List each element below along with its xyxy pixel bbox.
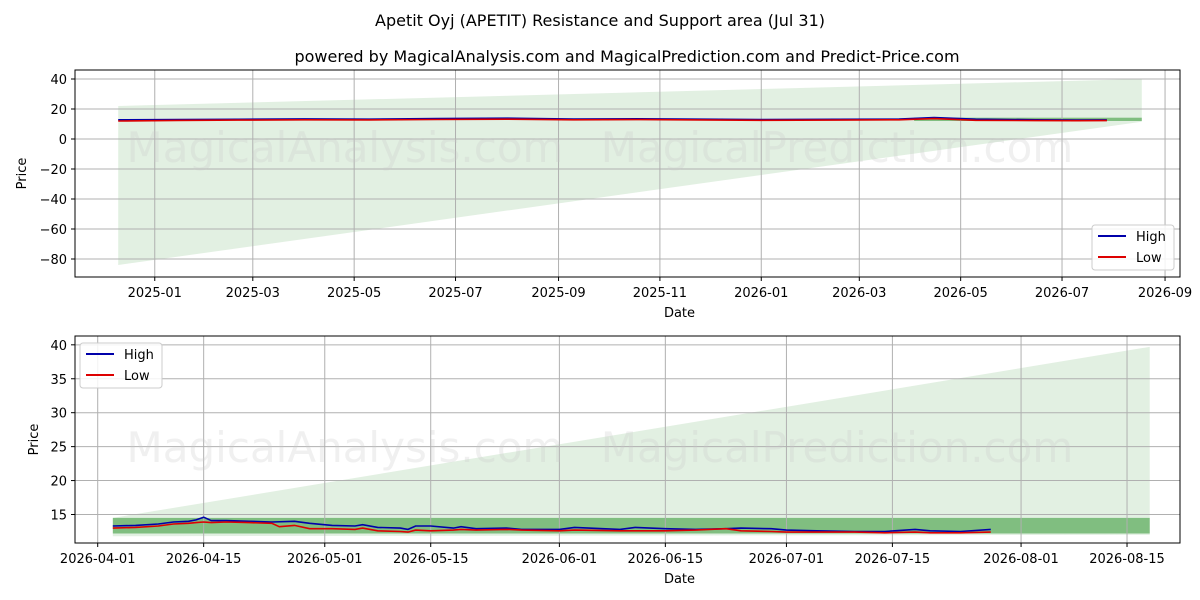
x-tick-label: 2026-04-15 bbox=[166, 552, 242, 567]
x-tick-label: 2026-05 bbox=[933, 286, 987, 301]
chart-title: Apetit Oyj (APETIT) Resistance and Suppo… bbox=[375, 11, 825, 30]
y-tick-label: 20 bbox=[50, 103, 67, 118]
x-tick-label: 2026-07-01 bbox=[749, 552, 825, 567]
y-tick-label: −40 bbox=[40, 193, 67, 208]
y-tick-label: 40 bbox=[50, 339, 67, 354]
y-tick-label: 0 bbox=[59, 133, 67, 148]
watermark-magicalanalysis: MagicalAnalysis.com bbox=[127, 423, 564, 472]
x-tick-label: 2026-01 bbox=[734, 286, 788, 301]
legend: High Low bbox=[79, 342, 163, 389]
y-tick-label: 25 bbox=[50, 441, 67, 456]
x-tick-label: 2025-07 bbox=[428, 286, 482, 301]
support-area bbox=[118, 79, 1142, 265]
watermark-magicalprediction: MagicalPrediction.com bbox=[601, 123, 1074, 172]
x-tick-label: 2025-11 bbox=[633, 286, 687, 301]
plot-1: 40 20 0 −20 −40 −60 −80 2025-01 2025-03 2025-05 20… bbox=[15, 69, 1192, 321]
x-tick-label: 2026-06-15 bbox=[628, 552, 704, 567]
y-tick-label: −80 bbox=[40, 253, 67, 268]
x-tick-label: 2026-07 bbox=[1035, 286, 1089, 301]
watermark-magicalanalysis: MagicalAnalysis.com bbox=[127, 123, 564, 172]
x-tick-label: 2026-03 bbox=[832, 286, 886, 301]
x-tick-label: 2025-03 bbox=[226, 286, 280, 301]
legend-label-high: High bbox=[1136, 230, 1166, 245]
legend-label-low: Low bbox=[124, 369, 150, 384]
x-axis-label: Date bbox=[664, 306, 695, 321]
x-tick-label: 2026-07-15 bbox=[855, 552, 931, 567]
chart-figure: Apetit Oyj (APETIT) Resistance and Suppo… bbox=[0, 0, 1200, 600]
x-tick-label: 2026-06-01 bbox=[522, 552, 598, 567]
x-tick-label: 2026-09 bbox=[1138, 286, 1192, 301]
x-tick-label: 2026-05-15 bbox=[393, 552, 469, 567]
legend-label-low: Low bbox=[1136, 251, 1162, 266]
y-tick-label: 20 bbox=[50, 475, 67, 490]
y-tick-label: 40 bbox=[50, 73, 67, 88]
y-tick-label: 30 bbox=[50, 407, 67, 422]
x-tick-label: 2026-08-15 bbox=[1089, 552, 1165, 567]
chart-canvas: Apetit Oyj (APETIT) Resistance and Suppo… bbox=[15, 11, 1192, 587]
legend-label-high: High bbox=[124, 348, 154, 363]
x-tick-label: 2026-05-01 bbox=[287, 552, 363, 567]
y-axis-label: Price bbox=[27, 424, 42, 456]
x-tick-label: 2026-08-01 bbox=[983, 552, 1059, 567]
x-axis-label: Date bbox=[664, 572, 695, 587]
plot-2: 15 20 25 30 35 40 2026-04-01 2026-04-15 2026-05-… bbox=[27, 335, 1181, 587]
chart-subtitle: powered by MagicalAnalysis.com and Magic… bbox=[294, 47, 959, 66]
x-tick-label: 2026-04-01 bbox=[60, 552, 136, 567]
y-tick-label: 35 bbox=[50, 373, 67, 388]
y-axis-label: Price bbox=[15, 158, 30, 190]
y-tick-label: −60 bbox=[40, 223, 67, 238]
y-tick-label: 15 bbox=[50, 508, 67, 523]
y-tick-label: −20 bbox=[40, 163, 67, 178]
legend: High Low bbox=[1091, 224, 1175, 271]
x-tick-label: 2025-05 bbox=[327, 286, 381, 301]
watermark-magicalprediction: MagicalPrediction.com bbox=[601, 423, 1074, 472]
x-tick-label: 2025-01 bbox=[128, 286, 182, 301]
x-tick-label: 2025-09 bbox=[531, 286, 585, 301]
